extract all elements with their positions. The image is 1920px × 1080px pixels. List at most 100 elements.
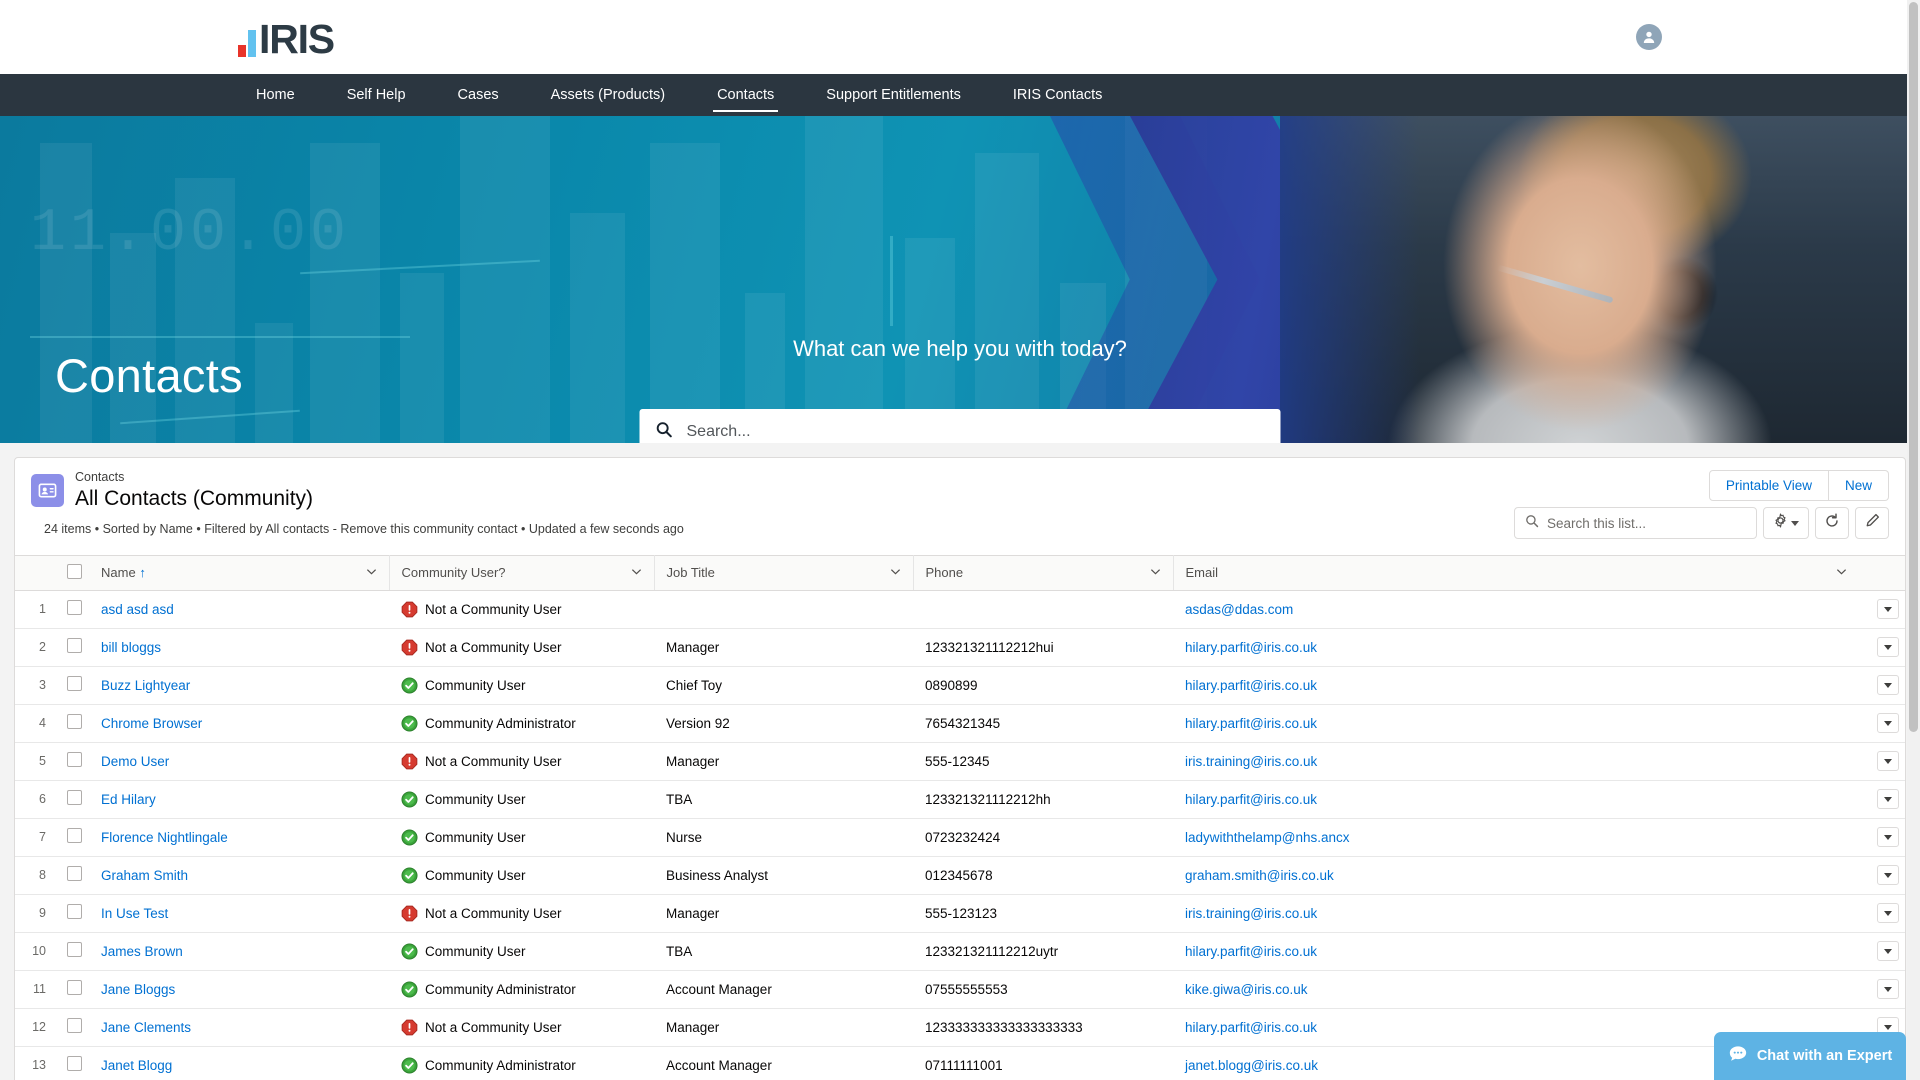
nav-item-self-help[interactable]: Self Help	[321, 74, 432, 116]
email-link[interactable]: kike.giwa@iris.co.uk	[1185, 982, 1308, 997]
chevron-down-icon[interactable]	[1150, 565, 1161, 580]
row-select-cell[interactable]	[55, 894, 89, 933]
cell-name[interactable]: Florence Nightlingale	[89, 818, 389, 857]
cell-name[interactable]: bill bloggs	[89, 628, 389, 667]
row-actions-button[interactable]	[1877, 827, 1899, 848]
cell-name[interactable]: Jane Clements	[89, 1008, 389, 1047]
cell-email[interactable]: kike.giwa@iris.co.uk	[1173, 970, 1859, 1009]
refresh-button[interactable]	[1815, 507, 1849, 539]
cell-row-actions[interactable]	[1859, 742, 1905, 781]
contact-name-link[interactable]: Ed Hilary	[101, 792, 156, 807]
chevron-down-icon[interactable]	[890, 565, 901, 580]
column-header-community-user[interactable]: Community User?	[389, 554, 655, 591]
row-select-cell[interactable]	[55, 704, 89, 743]
email-link[interactable]: hilary.parfit@iris.co.uk	[1185, 944, 1317, 959]
column-header-name[interactable]: Name ↑	[89, 554, 390, 591]
list-settings-button[interactable]	[1763, 507, 1809, 539]
row-select-cell[interactable]	[55, 780, 89, 819]
row-checkbox[interactable]	[67, 1056, 82, 1072]
row-checkbox[interactable]	[67, 828, 82, 844]
cell-email[interactable]: iris.training@iris.co.uk	[1173, 742, 1859, 781]
row-checkbox[interactable]	[67, 942, 82, 958]
cell-row-actions[interactable]	[1859, 628, 1905, 667]
list-view-name[interactable]: All Contacts (Community)	[75, 486, 313, 511]
row-checkbox[interactable]	[67, 1018, 82, 1034]
cell-email[interactable]: ladywiththelamp@nhs.ancx	[1173, 818, 1859, 857]
account-menu[interactable]	[1636, 24, 1662, 50]
row-checkbox[interactable]	[67, 714, 82, 730]
cell-name[interactable]: Jane Bloggs	[89, 970, 389, 1009]
user-avatar-icon[interactable]	[1636, 24, 1662, 50]
row-checkbox[interactable]	[67, 790, 82, 806]
table-row[interactable]: 3 Buzz Lightyear Community User Chief Toy 08…	[15, 666, 1905, 705]
email-link[interactable]: hilary.parfit@iris.co.uk	[1185, 792, 1317, 807]
row-actions-button[interactable]	[1877, 599, 1899, 620]
table-row[interactable]: 2 bill bloggs Not a Community User Manager 1…	[15, 628, 1905, 667]
row-select-cell[interactable]	[55, 818, 89, 857]
contact-name-link[interactable]: bill bloggs	[101, 640, 161, 655]
contact-name-link[interactable]: Jane Bloggs	[101, 982, 175, 997]
email-link[interactable]: asdas@ddas.com	[1185, 602, 1293, 617]
contact-name-link[interactable]: In Use Test	[101, 906, 168, 921]
list-search-box[interactable]	[1514, 507, 1757, 539]
edit-list-button[interactable]	[1855, 507, 1889, 539]
row-actions-button[interactable]	[1877, 637, 1899, 658]
column-header-email[interactable]: Email	[1173, 554, 1859, 591]
row-actions-button[interactable]	[1877, 865, 1899, 886]
row-checkbox[interactable]	[67, 904, 82, 920]
email-link[interactable]: hilary.parfit@iris.co.uk	[1185, 1020, 1317, 1035]
table-row[interactable]: 5 Demo User Not a Community User Manager 555…	[15, 742, 1905, 781]
cell-name[interactable]: Demo User	[89, 742, 389, 781]
table-row[interactable]: 4 Chrome Browser Community Administrator Ve…	[15, 704, 1905, 743]
table-row[interactable]: 9 In Use Test Not a Community User Manager 5…	[15, 894, 1905, 933]
contact-name-link[interactable]: Buzz Lightyear	[101, 678, 190, 693]
row-checkbox[interactable]	[67, 866, 82, 882]
list-search-input[interactable]	[1547, 515, 1746, 531]
table-row[interactable]: 13 Janet Blogg Community Administrator Acco…	[15, 1046, 1905, 1080]
row-actions-button[interactable]	[1877, 903, 1899, 924]
cell-email[interactable]: hilary.parfit@iris.co.uk	[1173, 780, 1859, 819]
cell-email[interactable]: iris.training@iris.co.uk	[1173, 894, 1859, 933]
row-select-cell[interactable]	[55, 1008, 89, 1047]
table-row[interactable]: 11 Jane Bloggs Community Administrator Acco…	[15, 970, 1905, 1009]
email-link[interactable]: hilary.parfit@iris.co.uk	[1185, 640, 1317, 655]
cell-email[interactable]: hilary.parfit@iris.co.uk	[1173, 666, 1859, 705]
iris-logo[interactable]: IRIS	[238, 17, 335, 60]
contact-name-link[interactable]: Graham Smith	[101, 868, 188, 883]
cell-row-actions[interactable]	[1859, 818, 1905, 857]
cell-email[interactable]: hilary.parfit@iris.co.uk	[1173, 628, 1859, 667]
row-actions-button[interactable]	[1877, 751, 1899, 772]
row-select-cell[interactable]	[55, 666, 89, 705]
cell-email[interactable]: hilary.parfit@iris.co.uk	[1173, 704, 1859, 743]
row-select-cell[interactable]	[55, 970, 89, 1009]
cell-row-actions[interactable]	[1859, 704, 1905, 743]
email-link[interactable]: graham.smith@iris.co.uk	[1185, 868, 1334, 883]
cell-name[interactable]: In Use Test	[89, 894, 389, 933]
table-row[interactable]: 8 Graham Smith Community User Business Anal…	[15, 856, 1905, 895]
email-link[interactable]: iris.training@iris.co.uk	[1185, 906, 1317, 921]
cell-email[interactable]: asdas@ddas.com	[1173, 590, 1859, 629]
cell-name[interactable]: James Brown	[89, 932, 389, 971]
email-link[interactable]: hilary.parfit@iris.co.uk	[1185, 678, 1317, 693]
cell-name[interactable]: Janet Blogg	[89, 1046, 389, 1080]
chevron-down-icon[interactable]	[366, 565, 377, 580]
row-select-cell[interactable]	[55, 590, 89, 629]
email-link[interactable]: janet.blogg@iris.co.uk	[1185, 1058, 1318, 1073]
printable-view-button[interactable]: Printable View	[1708, 470, 1829, 501]
email-link[interactable]: ladywiththelamp@nhs.ancx	[1185, 830, 1350, 845]
table-row[interactable]: 1 asd asd asd Not a Community User asdas@dd…	[15, 590, 1905, 629]
row-actions-button[interactable]	[1877, 979, 1899, 1000]
contact-name-link[interactable]: asd asd asd	[101, 602, 174, 617]
row-select-cell[interactable]	[55, 1046, 89, 1080]
cell-email[interactable]: hilary.parfit@iris.co.uk	[1173, 932, 1859, 971]
new-button[interactable]: New	[1828, 470, 1889, 501]
cell-row-actions[interactable]	[1859, 590, 1905, 629]
contact-name-link[interactable]: Chrome Browser	[101, 716, 202, 731]
cell-name[interactable]: Chrome Browser	[89, 704, 389, 743]
table-row[interactable]: 10 James Brown Community User TBA 1233213211…	[15, 932, 1905, 971]
column-header-job-title[interactable]: Job Title	[654, 554, 914, 591]
table-row[interactable]: 12 Jane Clements Not a Community User Manag…	[15, 1008, 1905, 1047]
search-input[interactable]	[686, 423, 1265, 441]
cell-row-actions[interactable]	[1859, 932, 1905, 971]
chevron-down-icon[interactable]	[1836, 565, 1847, 580]
